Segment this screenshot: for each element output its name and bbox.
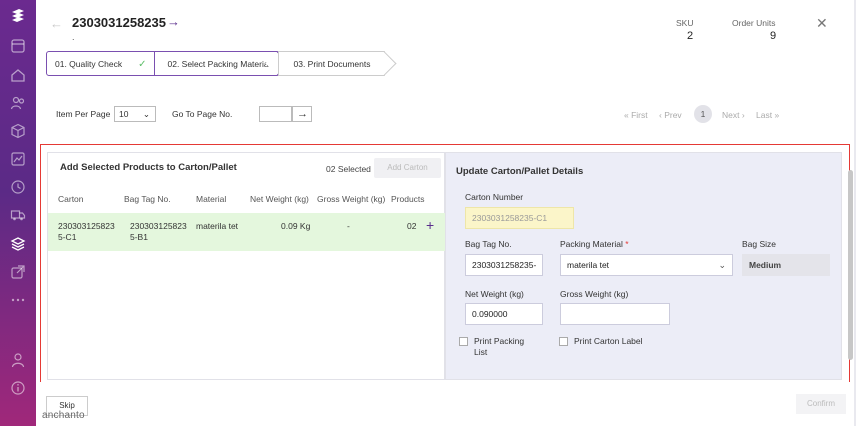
- packing-material-value: materila tet: [567, 260, 610, 270]
- item-per-page-value: 10: [119, 109, 129, 119]
- forward-arrow-icon[interactable]: →: [167, 14, 180, 29]
- box-icon[interactable]: [10, 123, 26, 139]
- column-header: Gross Weight (kg): [317, 194, 386, 204]
- close-icon[interactable]: ✕: [816, 15, 828, 32]
- net-weight-label: Net Weight (kg): [465, 289, 524, 299]
- step-arrow: [371, 51, 397, 76]
- back-arrow-icon[interactable]: ←: [50, 16, 63, 31]
- packing-panel: ← 2303031258235 → . SKU 2 Order Units 9 …: [36, 0, 854, 426]
- go-to-page-input[interactable]: [259, 106, 292, 122]
- last-page-link[interactable]: Last »: [756, 110, 779, 120]
- carton-number-field: 2303031258235-C1: [465, 207, 574, 229]
- users-icon[interactable]: [10, 95, 26, 111]
- app-logo-icon[interactable]: [10, 8, 26, 24]
- gross-weight-label: Gross Weight (kg): [560, 289, 629, 299]
- check-icon: ✓: [138, 59, 147, 70]
- external-link-icon[interactable]: [10, 264, 26, 280]
- add-products-card: Add Selected Products to Carton/Pallet 0…: [47, 152, 446, 380]
- column-header: Material: [196, 194, 227, 204]
- ghost-table-row: [46, 88, 854, 98]
- bag-size-field: Medium: [742, 254, 830, 276]
- step-print-documents[interactable]: 03. Print Documents: [278, 51, 397, 76]
- carton-cell: 230303125823 5-C1: [58, 221, 115, 242]
- packing-material-label: Packing Material *: [560, 239, 629, 249]
- footer: Skip anchanto Confirm: [36, 382, 854, 426]
- next-page-link[interactable]: Next ›: [722, 110, 745, 120]
- net-weight-field[interactable]: 0.090000: [465, 303, 543, 325]
- confirm-button[interactable]: Confirm: [796, 394, 846, 414]
- order-subtitle: .: [72, 32, 75, 42]
- gross-weight-field[interactable]: [560, 303, 670, 325]
- bag-tag-cell: 230303125823 5-B1: [130, 221, 187, 242]
- packing-material-select[interactable]: materila tet ⌄: [560, 254, 733, 276]
- left-sidebar: [0, 0, 36, 426]
- table-row[interactable]: 230303125823 5-C1 230303125823 5-B1 mate…: [48, 213, 446, 251]
- brand-logo: anchanto: [42, 410, 85, 421]
- home-icon[interactable]: [10, 67, 26, 83]
- update-carton-title: Update Carton/Pallet Details: [456, 166, 584, 177]
- order-units-value: 9: [770, 30, 777, 42]
- step-quality-check[interactable]: 01. Quality Check ✓: [46, 51, 156, 76]
- sku-label: SKU: [676, 18, 694, 28]
- chevron-down-icon: ⌄: [718, 260, 726, 270]
- column-header: Net Weight (kg): [250, 194, 309, 204]
- selected-count: 02 Selected: [326, 164, 371, 174]
- update-carton-card: Update Carton/Pallet Details Carton Numb…: [445, 152, 842, 380]
- chart-icon[interactable]: [10, 151, 26, 167]
- column-header: Products: [391, 194, 425, 204]
- item-per-page-label: Item Per Page: [56, 109, 111, 119]
- gross-weight-cell: -: [347, 221, 350, 231]
- dashboard-icon[interactable]: [10, 38, 26, 54]
- first-page-link[interactable]: « First: [624, 110, 648, 120]
- products-cell: 02: [407, 221, 417, 231]
- chevron-down-icon: ⌄: [142, 109, 150, 119]
- go-to-page-label: Go To Page No.: [172, 109, 233, 119]
- print-carton-label-checkbox[interactable]: [559, 337, 568, 346]
- scrollbar[interactable]: [848, 170, 853, 360]
- step-label: 02. Select Packing Material: [167, 59, 271, 69]
- add-products-title: Add Selected Products to Carton/Pallet: [60, 162, 237, 173]
- bag-size-label: Bag Size: [742, 239, 777, 249]
- pagination-bar: Item Per Page 10 ⌄ Go To Page No. → « Fi…: [46, 104, 846, 126]
- item-per-page-select[interactable]: 10 ⌄: [114, 106, 156, 122]
- order-id: 2303031258235: [72, 15, 166, 30]
- print-carton-label-label: Print Carton Label: [574, 336, 643, 346]
- info-icon[interactable]: [10, 380, 26, 396]
- step-progress: 01. Quality Check ✓ 02. Select Packing Ma…: [46, 51, 397, 76]
- go-arrow-button[interactable]: →: [292, 106, 312, 122]
- column-header: Carton: [58, 194, 84, 204]
- plus-icon[interactable]: +: [426, 217, 434, 233]
- net-weight-cell: 0.09 Kg: [281, 221, 311, 231]
- step-select-packing-material[interactable]: 02. Select Packing Material: [155, 51, 291, 76]
- order-units-label: Order Units: [732, 18, 776, 28]
- bag-tag-field[interactable]: 2303031258235-: [465, 254, 543, 276]
- step-label: 03. Print Documents: [293, 59, 371, 69]
- print-packing-list-label: Print Packing List: [474, 336, 525, 357]
- column-header: Bag Tag No.: [124, 194, 171, 204]
- material-cell: materila tet: [196, 221, 239, 231]
- step-label: 01. Quality Check: [55, 59, 123, 69]
- truck-icon[interactable]: [10, 207, 26, 223]
- order-header: ← 2303031258235 → . SKU 2 Order Units 9 …: [36, 0, 854, 50]
- print-packing-list-checkbox[interactable]: [459, 337, 468, 346]
- sku-value: 2: [687, 30, 694, 42]
- profile-icon[interactable]: [10, 352, 26, 368]
- prev-page-link[interactable]: ‹ Prev: [659, 110, 682, 120]
- more-icon[interactable]: [10, 292, 26, 308]
- layers-icon[interactable]: [10, 236, 26, 252]
- carton-number-label: Carton Number: [465, 192, 524, 202]
- current-page[interactable]: 1: [694, 105, 712, 123]
- clock-icon[interactable]: [10, 179, 26, 195]
- add-carton-button[interactable]: Add Carton: [374, 158, 441, 178]
- bag-tag-label: Bag Tag No.: [465, 239, 512, 249]
